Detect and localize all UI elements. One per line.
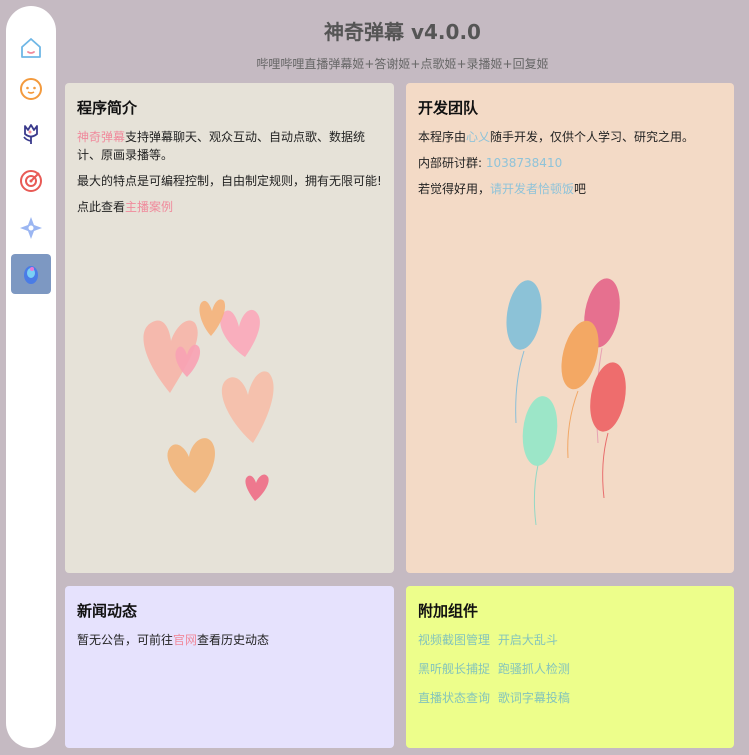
intro-card: 程序简介 神奇弹幕支持弹幕聊天、观众互动、自动点歌、数据统计、原画录播等。 最大… (65, 83, 394, 573)
group-prefix: 内部研讨群: (418, 156, 486, 170)
addon-link-detection[interactable]: 跑骚抓人检测 (498, 662, 570, 676)
sidebar-item-star[interactable] (11, 208, 51, 248)
addon-row: 直播状态查询 歌词字幕投稿 (418, 689, 722, 707)
sidebar-item-target[interactable] (11, 161, 51, 201)
balloon-shape (506, 278, 626, 526)
planet-icon (24, 266, 38, 284)
sidebar-item-planet[interactable] (11, 254, 51, 294)
donate-link[interactable]: 请开发者恰顿饭 (490, 182, 574, 196)
official-site-link[interactable]: 官网 (173, 633, 197, 647)
addon-link-battle[interactable]: 开启大乱斗 (498, 633, 558, 647)
team-card: 开发团队 本程序由心乂随手开发，仅供个人学习、研究之用。 内部研讨群: 1038… (406, 83, 734, 573)
cases-prefix: 点此查看 (77, 200, 126, 214)
dev-prefix: 本程序由 (418, 130, 467, 144)
page-subtitle: 哔哩哔哩直播弹幕姬+答谢姬+点歌姬+录播姬+回复姬 (256, 57, 549, 71)
chat-icon (20, 78, 42, 100)
app-name-link[interactable]: 神奇弹幕 (77, 130, 125, 144)
developer-link[interactable]: 心乂 (466, 130, 490, 144)
addon-row: 黑听舰长捕捉 跑骚抓人检测 (418, 660, 722, 678)
news-suffix: 查看历史动态 (197, 633, 270, 647)
intro-paragraph-2: 最大的特点是可编程控制，自由制定规则，拥有无限可能! (77, 174, 382, 188)
team-paragraph-1: 本程序由心乂随手开发，仅供个人学习、研究之用。 (418, 128, 722, 146)
team-paragraph-2: 内部研讨群: 1038738410 (418, 154, 722, 172)
donate-prefix: 若觉得好用， (418, 182, 491, 196)
streamer-cases-link[interactable]: 主播案例 (125, 200, 173, 214)
group-number-link[interactable]: 1038738410 (486, 156, 562, 170)
flower-icon (23, 124, 38, 144)
hearts-illustration (143, 299, 274, 501)
addons-card: 附加组件 视频截图管理 开启大乱斗 黑听舰长捕捉 跑骚抓人检测 直播状态查询 歌… (406, 586, 734, 748)
sidebar-item-chat[interactable] (11, 69, 51, 109)
home-icon (21, 38, 41, 58)
addon-link-live-status[interactable]: 直播状态查询 (418, 691, 490, 705)
team-paragraph-3: 若觉得好用，请开发者恰顿饭吧 (418, 180, 722, 198)
page-title: 神奇弹幕 v4.0.0 (324, 20, 481, 44)
addons-title: 附加组件 (418, 602, 479, 620)
balloons-illustration (506, 278, 626, 526)
addon-link-video-screenshot[interactable]: 视频截图管理 (418, 633, 490, 647)
star-icon (20, 217, 42, 239)
donate-suffix: 吧 (574, 182, 587, 196)
sidebar (6, 6, 56, 748)
sidebar-item-flower[interactable] (11, 114, 51, 154)
team-title: 开发团队 (418, 99, 479, 117)
heart-shape (143, 299, 274, 501)
intro-paragraph-3: 点此查看主播案例 (77, 198, 382, 216)
target-icon (20, 170, 42, 192)
news-card: 新闻动态 暂无公告，可前往官网查看历史动态 (65, 586, 394, 748)
sidebar-item-home[interactable] (11, 28, 51, 68)
addon-row: 视频截图管理 开启大乱斗 (418, 631, 722, 649)
intro-title: 程序简介 (77, 99, 138, 117)
news-text: 暂无公告，可前往官网查看历史动态 (77, 631, 382, 649)
dev-suffix: 随手开发，仅供个人学习、研究之用。 (490, 130, 695, 144)
addon-link-lyrics[interactable]: 歌词字幕投稿 (498, 691, 570, 705)
news-prefix: 暂无公告，可前往 (77, 633, 174, 647)
news-title: 新闻动态 (77, 602, 138, 620)
intro-paragraph-1: 神奇弹幕支持弹幕聊天、观众互动、自动点歌、数据统计、原画录播等。 (77, 128, 382, 164)
addon-link-captain-capture[interactable]: 黑听舰长捕捉 (418, 662, 490, 676)
